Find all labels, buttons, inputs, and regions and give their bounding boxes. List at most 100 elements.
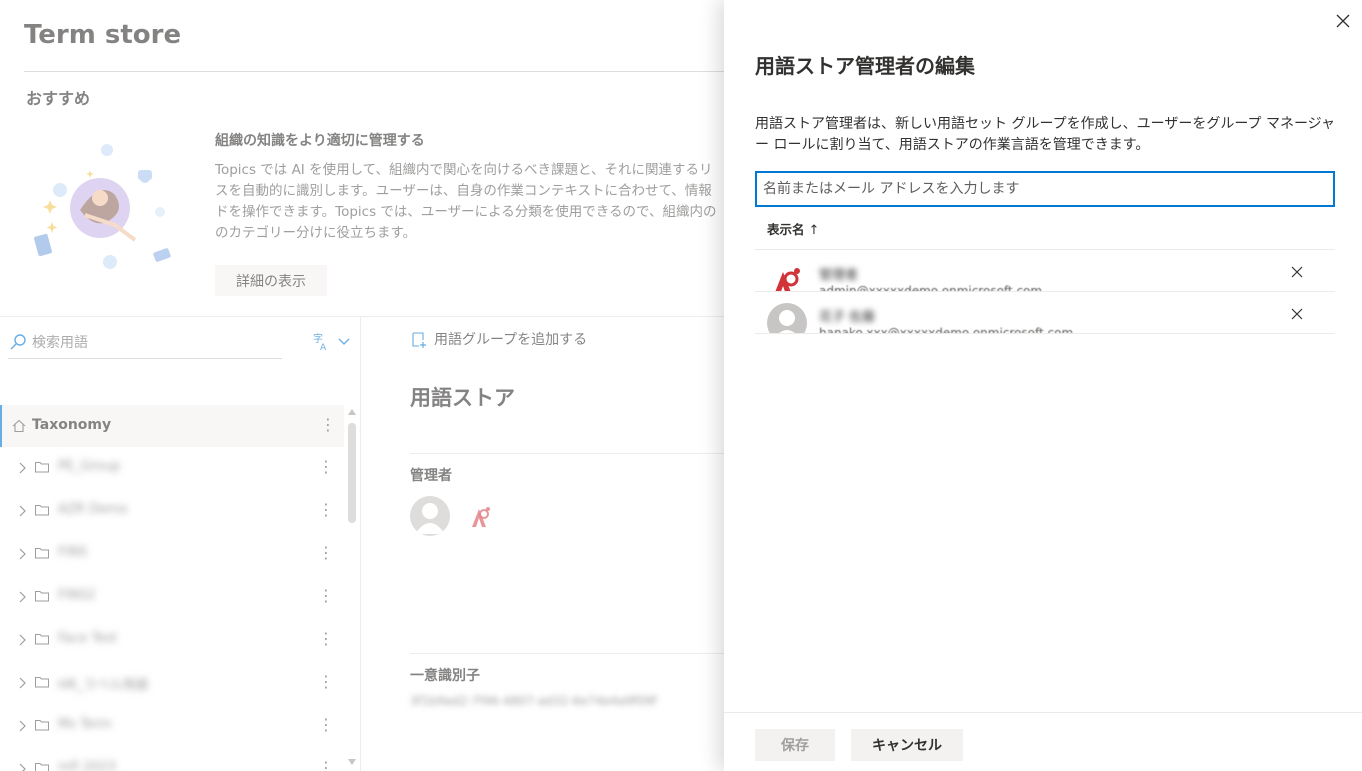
term-search-input[interactable] [32, 331, 272, 355]
divider [410, 453, 724, 454]
cancel-button[interactable]: キャンセル [851, 729, 963, 761]
folder-icon [35, 505, 49, 516]
taxonomy-tree: Taxonomy ⋮ PE_Group ⋮ AZR Demo ⋮ FINS ⋮ [0, 405, 344, 771]
person-avatar-icon [767, 303, 807, 333]
admins-list: 管理者 admin@xxxxxdemo.onmicrosoft.com 花子 佐… [755, 250, 1335, 334]
tree-item-group[interactable]: mfl 2023 ⋮ [0, 748, 344, 771]
divider [24, 71, 724, 72]
folder-icon [35, 720, 49, 731]
admin-name: 花子 佐藤 [819, 310, 876, 325]
tree-item-group[interactable]: Ms Term ⋮ [0, 705, 344, 748]
unique-id-label: 一意識別子 [410, 668, 480, 684]
folder-icon [35, 634, 49, 645]
more-options-icon[interactable]: ⋮ [318, 586, 334, 606]
chevron-right-icon[interactable] [16, 633, 28, 647]
admin-email: admin@xxxxxdemo.onmicrosoft.com [819, 284, 1043, 292]
tree-item-label: mfl 2023 [58, 760, 117, 771]
chevron-right-icon[interactable] [16, 504, 28, 518]
translate-icon[interactable]: 字 A [312, 331, 352, 353]
tree-item-label: AZR Demo [58, 502, 128, 517]
close-icon [1291, 308, 1303, 320]
chevron-right-icon[interactable] [16, 676, 28, 690]
admin-email: hanako.xxx@xxxxxdemo.onmicrosoft.com [819, 326, 1074, 334]
tree-item-group[interactable]: AZR Demo ⋮ [0, 490, 344, 533]
recommendation-title: 組織の知識をより適切に管理する [215, 133, 425, 149]
list-item[interactable]: 管理者 admin@xxxxxdemo.onmicrosoft.com [755, 250, 1335, 292]
chevron-right-icon[interactable] [16, 762, 28, 771]
save-button[interactable]: 保存 [755, 729, 835, 761]
sort-ascending-icon: ↑ [808, 223, 820, 238]
admin-name: 管理者 [819, 268, 859, 283]
tree-item-group[interactable]: PE_Group ⋮ [0, 447, 344, 490]
folder-icon [35, 548, 49, 559]
scroll-down-icon[interactable] [348, 759, 356, 765]
add-group-icon [412, 332, 426, 348]
more-options-icon[interactable]: ⋮ [318, 543, 334, 563]
tree-root-taxonomy[interactable]: Taxonomy ⋮ [0, 405, 344, 447]
company-logo-icon [775, 268, 800, 291]
folder-icon [35, 677, 49, 688]
add-term-group-button[interactable]: 用語グループを追加する [410, 329, 587, 349]
folder-icon [35, 462, 49, 473]
list-item[interactable]: 花子 佐藤 hanako.xxx@xxxxxdemo.onmicrosoft.c… [755, 292, 1335, 334]
people-picker-input[interactable] [755, 171, 1335, 207]
more-options-icon[interactable]: ⋮ [320, 415, 336, 435]
remove-admin-button[interactable] [1287, 304, 1307, 324]
more-options-icon[interactable]: ⋮ [318, 500, 334, 520]
scroll-up-icon[interactable] [348, 409, 356, 415]
chevron-right-icon[interactable] [16, 719, 28, 733]
tree-item-label: FINS2 [58, 588, 96, 603]
show-details-button[interactable]: 詳細の表示 [215, 265, 327, 296]
topics-illustration [34, 144, 171, 269]
admins-label: 管理者 [410, 468, 452, 484]
person-avatar-icon [410, 496, 450, 536]
panel-title: 用語ストア管理者の編集 [755, 54, 975, 78]
home-icon [12, 419, 26, 433]
page-title: Term store [24, 20, 182, 50]
close-icon [1291, 266, 1303, 278]
term-store-details: 用語グループを追加する 用語ストア 管理者 一意識別子 3f1b9ad2-7f4… [362, 317, 724, 771]
search-icon [10, 334, 26, 350]
more-options-icon[interactable]: ⋮ [318, 758, 334, 771]
more-options-icon[interactable]: ⋮ [318, 715, 334, 735]
svg-text:A: A [320, 343, 327, 353]
recommendation-body: Topics では AI を使用して、組織内で関心を向けるべき課題と、それに関連… [215, 160, 725, 248]
column-header-label: 表示名 [767, 222, 805, 237]
more-options-icon[interactable]: ⋮ [318, 457, 334, 477]
recommendation-line: のカテゴリー分けに役立ちます。 [215, 225, 417, 241]
company-logo-icon [472, 507, 490, 527]
tree-item-label: Face Test [58, 631, 118, 646]
divider [410, 653, 724, 654]
term-search-box[interactable] [8, 327, 282, 359]
recommendation-line: Topics では AI を使用して、組織内で関心を向けるべき課題と、それに関連… [215, 162, 713, 178]
recommended-heading: おすすめ [26, 89, 91, 108]
recommendation-line: ドを操作できます。Topics では、ユーザーによる分類を使用できるので、組織内… [215, 204, 717, 220]
close-panel-button[interactable] [1332, 10, 1354, 32]
tree-item-group[interactable]: FINS2 ⋮ [0, 576, 344, 619]
term-store-title: 用語ストア [410, 386, 515, 410]
tree-item-label: HR_ラベル用語 [58, 678, 149, 693]
chevron-right-icon[interactable] [16, 590, 28, 604]
folder-icon [35, 763, 49, 771]
tree-item-label: Ms Term [58, 717, 112, 732]
remove-admin-button[interactable] [1287, 262, 1307, 282]
tree-item-group[interactable]: HR_ラベル用語 ⋮ [0, 662, 344, 705]
panel-description: 用語ストア管理者は、新しい用語セット グループを作成し、ユーザーをグループ マネ… [755, 116, 1335, 153]
tree-scrollbar[interactable] [344, 405, 360, 771]
tree-root-label: Taxonomy [32, 417, 112, 433]
taxonomy-tree-pane: 字 A Taxonomy ⋮ PE_Group ⋮ AZR Demo [0, 317, 361, 771]
more-options-icon[interactable]: ⋮ [318, 672, 334, 692]
close-icon [1336, 14, 1350, 28]
more-options-icon[interactable]: ⋮ [318, 629, 334, 649]
add-group-label: 用語グループを追加する [434, 332, 588, 348]
tree-item-group[interactable]: FINS ⋮ [0, 533, 344, 576]
display-name-column-header[interactable]: 表示名 ↑ [767, 219, 819, 238]
divider [724, 712, 1362, 713]
chevron-right-icon[interactable] [16, 461, 28, 475]
edit-admins-panel: 用語ストア管理者の編集 用語ストア管理者は、新しい用語セット グループを作成し、… [724, 0, 1362, 771]
tree-item-label: PE_Group [58, 459, 121, 474]
recommendation-line: スを自動的に識別します。ユーザーは、自身の作業コンテキストに合わせて、情報 [215, 183, 712, 199]
chevron-right-icon[interactable] [16, 547, 28, 561]
tree-item-group[interactable]: Face Test ⋮ [0, 619, 344, 662]
scroll-thumb[interactable] [348, 423, 356, 523]
